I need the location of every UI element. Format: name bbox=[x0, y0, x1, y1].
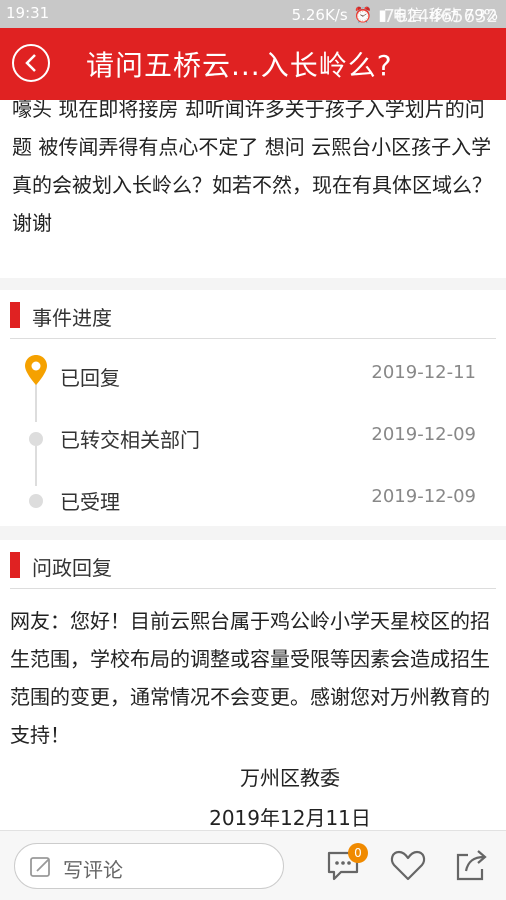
progress-section: 事件进度 已回复 2019-12-11 已转交相关部门 2019-12-09 已… bbox=[0, 290, 506, 526]
reply-title: 问政回复 bbox=[32, 556, 112, 580]
reply-text: 网友：您好！目前云熙台属于鸡公岭小学天星校区的招生范围，学校布局的调整或容量受限… bbox=[10, 609, 490, 747]
reply-date: 2019年12月11日 bbox=[209, 806, 371, 830]
location-pin-icon bbox=[25, 355, 47, 385]
section-accent-bar bbox=[10, 552, 20, 578]
comment-placeholder: 写评论 bbox=[63, 858, 123, 882]
heart-icon bbox=[390, 850, 426, 881]
share-button[interactable] bbox=[452, 845, 492, 885]
app-header: 请问五桥云...入长岭么? bbox=[0, 28, 506, 100]
progress-header: 事件进度 bbox=[0, 298, 506, 334]
progress-title: 事件进度 bbox=[32, 306, 112, 330]
favorite-button[interactable] bbox=[388, 845, 428, 885]
timeline-item: 已回复 2019-12-11 bbox=[0, 354, 506, 394]
bottom-bar: 写评论 0 bbox=[0, 830, 506, 900]
chevron-left-icon bbox=[25, 54, 36, 72]
question-card: 嚎头 现在即将接房 却听闻许多关于孩子入学划片的问题 被传闻弄得有点心不定了 想… bbox=[0, 100, 506, 278]
timeline-label: 已受理 bbox=[60, 490, 120, 514]
timeline-label: 已回复 bbox=[60, 366, 120, 390]
status-time: 19:31 bbox=[6, 4, 50, 22]
page-title: 请问五桥云...入长岭么? bbox=[86, 49, 393, 82]
reply-header: 问政回复 bbox=[0, 548, 506, 584]
comment-input[interactable]: 写评论 bbox=[14, 843, 284, 889]
divider bbox=[10, 588, 496, 589]
network-speed: 5.26K/s bbox=[291, 5, 348, 24]
reply-section: 问政回复 网友：您好！目前云熙台属于鸡公岭小学天星校区的招生范围，学校布局的调整… bbox=[0, 540, 506, 830]
question-text: 嚎头 现在即将接房 却听闻许多关于孩子入学划片的问题 被传闻弄得有点心不定了 想… bbox=[12, 100, 492, 235]
edit-icon bbox=[30, 857, 50, 877]
timeline-label: 已转交相关部门 bbox=[60, 428, 200, 452]
share-icon bbox=[456, 850, 487, 881]
timeline-item: 已转交相关部门 2019-12-09 bbox=[0, 416, 506, 456]
reply-signer: 万州区教委 bbox=[240, 766, 340, 790]
divider bbox=[10, 338, 496, 339]
timeline-dot bbox=[29, 494, 43, 508]
comment-count-badge: 0 bbox=[348, 843, 368, 863]
watermark: 7624465632 bbox=[383, 6, 498, 27]
timeline-dot bbox=[29, 432, 43, 446]
back-button[interactable] bbox=[12, 44, 50, 82]
timeline-item: 已受理 2019-12-09 bbox=[0, 478, 506, 518]
section-accent-bar bbox=[10, 302, 20, 328]
alarm-icon: ⏰ bbox=[353, 5, 373, 24]
status-bar: 19:31 5.26K/s ⏰ ▮ 电信 移动 79% 7624465632 bbox=[0, 0, 506, 28]
timeline-date: 2019-12-11 bbox=[371, 362, 476, 383]
timeline-date: 2019-12-09 bbox=[371, 424, 476, 445]
timeline-date: 2019-12-09 bbox=[371, 486, 476, 507]
